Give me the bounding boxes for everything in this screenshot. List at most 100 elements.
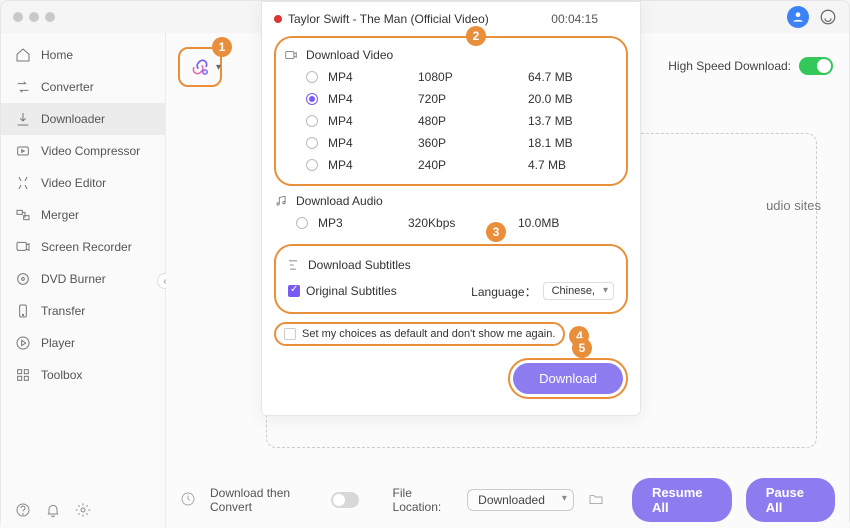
format-option[interactable]: MP4360P18.1 MB — [284, 132, 618, 154]
sidebar-item-label: Video Editor — [41, 176, 106, 190]
format-label: MP4 — [328, 114, 418, 128]
high-speed-download: High Speed Download: — [668, 57, 833, 75]
size-label: 13.7 MB — [528, 114, 598, 128]
quality-label: 240P — [418, 158, 528, 172]
video-icon — [284, 48, 298, 62]
annotation-5: 5 — [572, 338, 592, 358]
sidebar-item-merger[interactable]: Merger — [1, 199, 165, 231]
original-subtitles-checkbox[interactable] — [288, 285, 300, 297]
sidebar-item-label: Player — [41, 336, 75, 350]
format-option[interactable]: MP3320Kbps10.0MB — [274, 212, 628, 234]
video-title: Taylor Swift - The Man (Official Video) — [288, 12, 489, 26]
merger-icon — [15, 207, 31, 223]
download-then-convert-toggle[interactable] — [331, 492, 360, 508]
add-url-button[interactable]: ▾ 1 — [178, 47, 222, 87]
download-options-modal: Taylor Swift - The Man (Official Video) … — [261, 1, 641, 416]
language-label: Language： — [471, 283, 536, 300]
format-option[interactable]: MP4720P20.0 MB — [284, 88, 618, 110]
sidebar-item-label: Screen Recorder — [41, 240, 132, 254]
subtitle-icon — [286, 258, 300, 272]
sidebar-item-compressor[interactable]: Video Compressor — [1, 135, 165, 167]
sidebar-item-editor[interactable]: Video Editor — [1, 167, 165, 199]
quality-label: 480P — [418, 114, 528, 128]
sidebar-item-converter[interactable]: Converter — [1, 71, 165, 103]
radio-icon[interactable] — [306, 115, 318, 127]
chevron-down-icon: ▾ — [216, 62, 221, 73]
radio-icon[interactable] — [306, 93, 318, 105]
resume-all-button[interactable]: Resume All — [632, 478, 732, 522]
sidebar-item-label: Transfer — [41, 304, 85, 318]
sidebar-item-transfer[interactable]: Transfer — [1, 295, 165, 327]
schedule-icon[interactable] — [180, 491, 196, 507]
size-label: 20.0 MB — [528, 92, 598, 106]
sidebar-item-label: Video Compressor — [41, 144, 140, 158]
file-location-select[interactable]: Downloaded — [467, 489, 574, 511]
downloader-icon — [15, 111, 31, 127]
original-subtitles-label: Original Subtitles — [306, 284, 397, 298]
download-then-convert-label: Download then Convert — [210, 486, 317, 514]
format-option[interactable]: MP4480P13.7 MB — [284, 110, 618, 132]
format-option[interactable]: MP41080P64.7 MB — [284, 66, 618, 88]
radio-icon[interactable] — [306, 71, 318, 83]
download-button[interactable]: Download — [513, 363, 623, 394]
sidebar: Home Converter Downloader Video Compress… — [1, 33, 166, 528]
bell-icon[interactable] — [45, 502, 61, 518]
quality-label: 1080P — [418, 70, 528, 84]
size-label: 10.0MB — [518, 216, 588, 230]
recorder-icon — [15, 239, 31, 255]
quality-label: 360P — [418, 136, 528, 150]
sidebar-item-label: DVD Burner — [41, 272, 106, 286]
format-label: MP4 — [328, 136, 418, 150]
sidebar-item-toolbox[interactable]: Toolbox — [1, 359, 165, 391]
size-label: 18.1 MB — [528, 136, 598, 150]
section-title: Download Audio — [296, 194, 383, 208]
sidebar-item-player[interactable]: Player — [1, 327, 165, 359]
language-select[interactable]: Chinese, — [543, 282, 614, 300]
radio-icon[interactable] — [296, 217, 308, 229]
set-default-label: Set my choices as default and don't show… — [302, 328, 555, 340]
bottom-bar: Download then Convert File Location: Dow… — [166, 472, 849, 528]
format-label: MP4 — [328, 70, 418, 84]
format-label: MP4 — [328, 158, 418, 172]
editor-icon — [15, 175, 31, 191]
sidebar-item-downloader[interactable]: Downloader — [1, 103, 165, 135]
settings-icon[interactable] — [75, 502, 91, 518]
radio-icon[interactable] — [306, 159, 318, 171]
video-duration: 00:04:15 — [551, 12, 598, 26]
quality-label: 720P — [418, 92, 528, 106]
file-location-label: File Location: — [393, 486, 454, 514]
format-label: MP3 — [318, 216, 408, 230]
set-default-row: Set my choices as default and don't show… — [274, 322, 565, 346]
sidebar-item-label: Toolbox — [41, 368, 82, 382]
sidebar-item-recorder[interactable]: Screen Recorder — [1, 231, 165, 263]
converter-icon — [15, 79, 31, 95]
size-label: 64.7 MB — [528, 70, 598, 84]
section-title: Download Subtitles — [308, 258, 411, 272]
hsd-toggle[interactable] — [799, 57, 833, 75]
section-title: Download Video — [306, 48, 393, 62]
folder-icon[interactable] — [588, 491, 604, 507]
sidebar-item-home[interactable]: Home — [1, 39, 165, 71]
sidebar-item-label: Merger — [41, 208, 79, 222]
sidebar-item-label: Downloader — [41, 112, 105, 126]
link-plus-icon — [190, 57, 210, 77]
download-subtitles-section: 3 Download Subtitles Original Subtitles … — [274, 244, 628, 314]
help-icon[interactable] — [15, 502, 31, 518]
radio-icon[interactable] — [306, 137, 318, 149]
format-label: MP4 — [328, 92, 418, 106]
transfer-icon — [15, 303, 31, 319]
sidebar-item-label: Home — [41, 48, 73, 62]
toolbox-icon — [15, 367, 31, 383]
dvd-icon — [15, 271, 31, 287]
set-default-checkbox[interactable] — [284, 328, 296, 340]
format-option[interactable]: MP4240P4.7 MB — [284, 154, 618, 176]
pause-all-button[interactable]: Pause All — [746, 478, 835, 522]
home-icon — [15, 47, 31, 63]
sidebar-item-dvd[interactable]: DVD Burner — [1, 263, 165, 295]
size-label: 4.7 MB — [528, 158, 598, 172]
annotation-2: 2 — [466, 26, 486, 46]
download-video-section: 2 Download Video MP41080P64.7 MBMP4720P2… — [274, 36, 628, 186]
annotation-3: 3 — [486, 222, 506, 242]
sidebar-item-label: Converter — [41, 80, 94, 94]
record-dot-icon — [274, 15, 282, 23]
